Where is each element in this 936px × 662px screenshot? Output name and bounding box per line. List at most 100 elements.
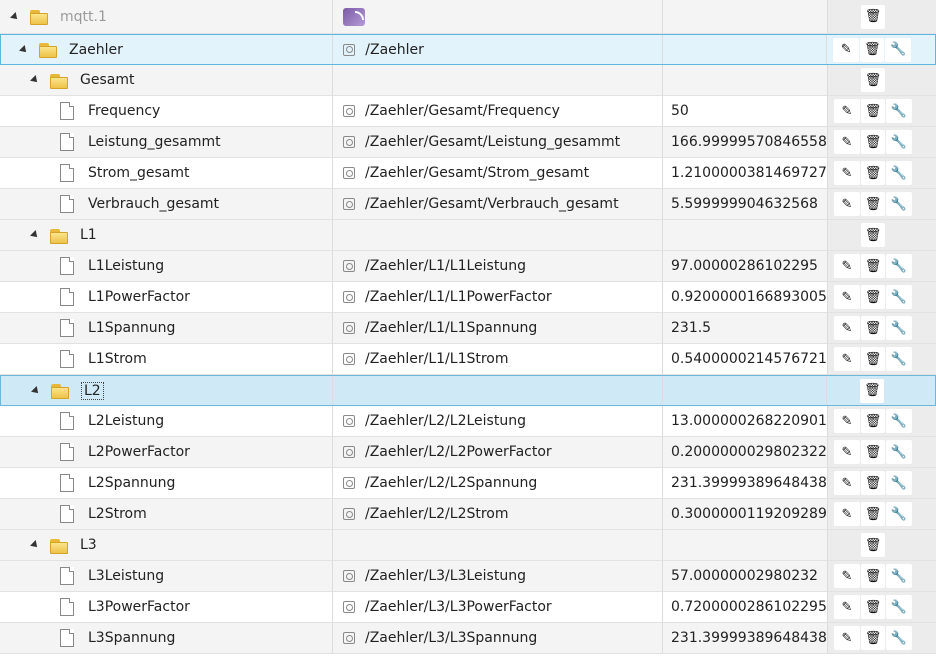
value-cell: 5.599999904632568 xyxy=(663,189,828,219)
state-row[interactable]: L2PowerFactor/Zaehler/L2/L2PowerFactor 0.… xyxy=(0,437,936,468)
settings-button[interactable]: 🔧 xyxy=(886,564,912,588)
edit-button[interactable]: ✎ xyxy=(834,564,860,588)
delete-button[interactable]: 🗑 xyxy=(861,223,885,247)
edit-button[interactable]: ✎ xyxy=(834,595,860,619)
folder-row[interactable]: L3 🗑 xyxy=(0,530,936,561)
edit-button[interactable]: ✎ xyxy=(834,502,860,526)
state-row[interactable]: Verbrauch_gesamt/Zaehler/Gesamt/Verbrauc… xyxy=(0,189,936,220)
edit-button[interactable]: ✎ xyxy=(833,37,860,62)
actions-cell: 🗑 xyxy=(828,65,936,95)
edit-button[interactable]: ✎ xyxy=(834,99,860,123)
delete-button[interactable]: 🗑 xyxy=(861,533,885,557)
value-text: 97.00000286102295 xyxy=(671,258,818,274)
delete-button[interactable]: 🗑 xyxy=(861,347,885,371)
pencil-icon: ✎ xyxy=(841,289,853,305)
edit-button[interactable]: ✎ xyxy=(834,409,860,433)
state-row[interactable]: L3Spannung/Zaehler/L3/L3Spannung 231.3999… xyxy=(0,623,936,654)
object-name: L3Spannung xyxy=(88,630,176,646)
settings-button[interactable]: 🔧 xyxy=(886,254,912,278)
delete-button[interactable]: 🗑 xyxy=(861,502,885,526)
tree-root-row[interactable]: mqtt.1 🗑 xyxy=(0,0,936,34)
delete-button[interactable]: 🗑 xyxy=(860,37,885,62)
edit-button[interactable]: ✎ xyxy=(834,440,860,464)
delete-button[interactable]: 🗑 xyxy=(861,99,885,123)
delete-button[interactable]: 🗑 xyxy=(861,68,885,92)
settings-button[interactable]: 🔧 xyxy=(886,130,912,154)
state-row[interactable]: L2Leistung/Zaehler/L2/L2Leistung 13.00000… xyxy=(0,406,936,437)
state-row[interactable]: L1Leistung/Zaehler/L1/L1Leistung 97.00000… xyxy=(0,251,936,282)
delete-button[interactable]: 🗑 xyxy=(861,192,885,216)
edit-button[interactable]: ✎ xyxy=(834,254,860,278)
edit-button[interactable]: ✎ xyxy=(834,626,860,650)
settings-button[interactable]: 🔧 xyxy=(886,316,912,340)
root-name: mqtt.1 xyxy=(60,8,107,25)
state-row[interactable]: L2Spannung/Zaehler/L2/L2Spannung 231.3999… xyxy=(0,468,936,499)
settings-button[interactable]: 🔧 xyxy=(886,626,912,650)
object-name: Strom_gesamt xyxy=(88,165,190,181)
settings-button[interactable]: 🔧 xyxy=(886,409,912,433)
settings-button[interactable]: 🔧 xyxy=(886,595,912,619)
settings-button[interactable]: 🔧 xyxy=(886,502,912,526)
expand-toggle[interactable] xyxy=(8,10,22,24)
settings-button[interactable]: 🔧 xyxy=(886,192,912,216)
delete-button[interactable]: 🗑 xyxy=(861,440,885,464)
delete-button[interactable]: 🗑 xyxy=(861,409,885,433)
state-row[interactable]: L3Leistung/Zaehler/L3/L3Leistung 57.00000… xyxy=(0,561,936,592)
state-row[interactable]: Leistung_gesammt/Zaehler/Gesamt/Leistung… xyxy=(0,127,936,158)
state-row[interactable]: L1Strom/Zaehler/L1/L1Strom 0.540000021457… xyxy=(0,344,936,375)
state-row[interactable]: L2Strom/Zaehler/L2/L2Strom 0.300000011920… xyxy=(0,499,936,530)
folder-row[interactable]: Zaehler/Zaehler ✎ 🗑 🔧 xyxy=(0,34,936,65)
folder-row[interactable]: L1 🗑 xyxy=(0,220,936,251)
settings-button[interactable]: 🔧 xyxy=(886,347,912,371)
topic-cell: /Zaehler/L2/L2Strom xyxy=(333,499,663,529)
trash-icon: 🗑 xyxy=(864,258,882,274)
edit-button[interactable]: ✎ xyxy=(834,285,860,309)
name-cell: Zaehler xyxy=(1,35,334,64)
state-row[interactable]: L1Spannung/Zaehler/L1/L1Spannung 231.5 ✎ 🗑 🔧 xyxy=(0,313,936,344)
value-cell: 231.39999389648438 xyxy=(663,623,828,653)
edit-button[interactable]: ✎ xyxy=(834,130,860,154)
pencil-icon: ✎ xyxy=(840,42,852,57)
chevron-down-icon xyxy=(30,230,40,240)
delete-button[interactable]: 🗑 xyxy=(861,316,885,340)
delete-button[interactable]: 🗑 xyxy=(861,285,885,309)
delete-button[interactable]: 🗑 xyxy=(861,130,885,154)
delete-button[interactable]: 🗑 xyxy=(861,564,885,588)
settings-button[interactable]: 🔧 xyxy=(886,285,912,309)
expand-toggle[interactable] xyxy=(17,43,31,57)
state-row[interactable]: L3PowerFactor/Zaehler/L3/L3PowerFactor 0.… xyxy=(0,592,936,623)
state-row[interactable]: L1PowerFactor/Zaehler/L1/L1PowerFactor 0.… xyxy=(0,282,936,313)
value-text: 231.39999389648438 xyxy=(671,630,827,646)
edit-button[interactable]: ✎ xyxy=(834,161,860,185)
edit-button[interactable]: ✎ xyxy=(834,192,860,216)
delete-button[interactable]: 🗑 xyxy=(861,254,885,278)
expand-toggle[interactable] xyxy=(28,538,42,552)
delete-button[interactable]: 🗑 xyxy=(860,378,885,403)
settings-button[interactable]: 🔧 xyxy=(886,440,912,464)
folder-icon xyxy=(50,73,68,89)
name-cell: L3PowerFactor xyxy=(0,592,333,622)
settings-button[interactable]: 🔧 xyxy=(886,471,912,495)
delete-button[interactable]: 🗑 xyxy=(861,626,885,650)
name-cell: Frequency xyxy=(0,96,333,126)
edit-button[interactable]: ✎ xyxy=(834,471,860,495)
edit-button[interactable]: ✎ xyxy=(834,347,860,371)
state-row[interactable]: Strom_gesamt/Zaehler/Gesamt/Strom_gesamt… xyxy=(0,158,936,189)
settings-button[interactable]: 🔧 xyxy=(886,161,912,185)
state-row[interactable]: Frequency/Zaehler/Gesamt/Frequency 50 ✎ 🗑 🔧 xyxy=(0,96,936,127)
delete-button[interactable]: 🗑 xyxy=(861,471,885,495)
edit-button[interactable]: ✎ xyxy=(834,316,860,340)
expand-toggle[interactable] xyxy=(28,228,42,242)
expand-toggle[interactable] xyxy=(29,384,43,398)
delete-button[interactable]: 🗑 xyxy=(861,4,885,29)
expand-toggle[interactable] xyxy=(28,73,42,87)
delete-button[interactable]: 🗑 xyxy=(861,595,885,619)
settings-button[interactable]: 🔧 xyxy=(885,37,912,62)
actions-cell: ✎ 🗑 🔧 xyxy=(828,189,936,219)
delete-button[interactable]: 🗑 xyxy=(861,161,885,185)
folder-row[interactable]: Gesamt 🗑 xyxy=(0,65,936,96)
settings-button[interactable]: 🔧 xyxy=(886,99,912,123)
name-cell: L2Spannung xyxy=(0,468,333,498)
chevron-down-icon xyxy=(19,44,29,55)
folder-row[interactable]: L2 🗑 xyxy=(0,375,936,406)
